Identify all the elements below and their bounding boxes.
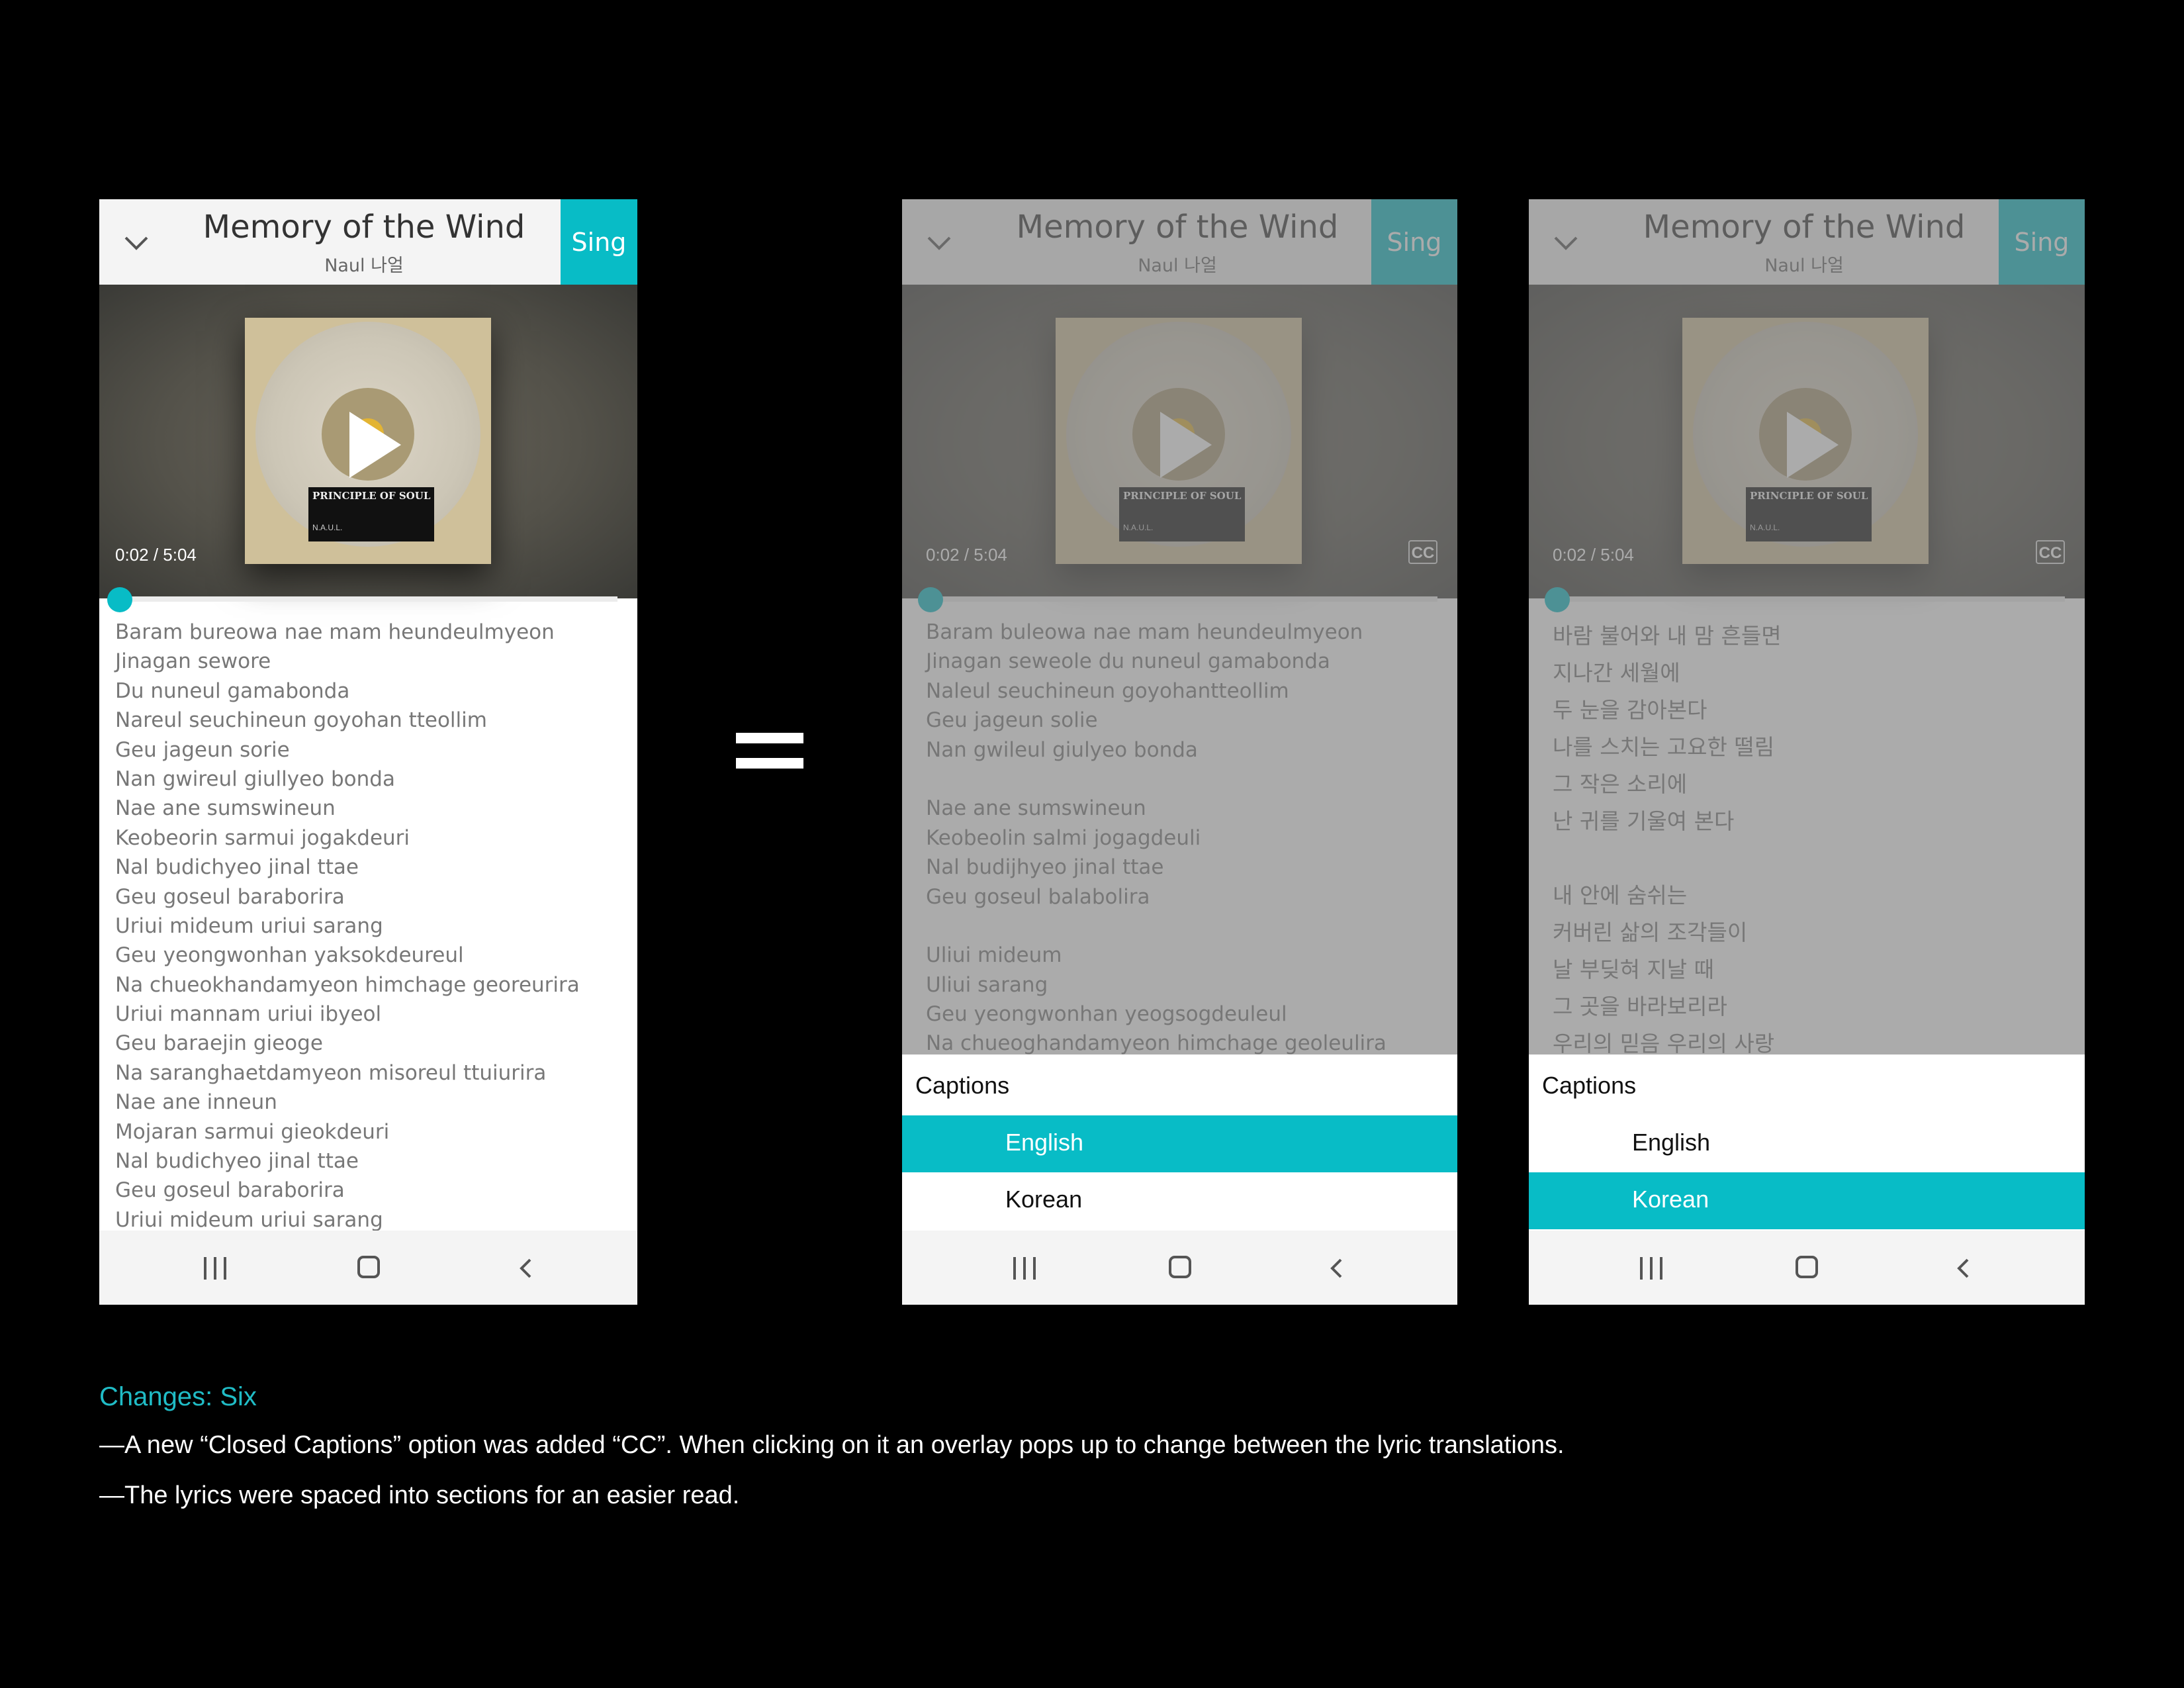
caption-option-english[interactable]: English [1529, 1115, 2085, 1172]
caption-option-korean[interactable]: Korean [902, 1172, 1457, 1229]
android-nav-bar [99, 1231, 637, 1305]
overlay-scrim[interactable] [902, 199, 1457, 1055]
lyric-line: Jinagan sewore [115, 649, 271, 674]
equals-sign-top [736, 733, 803, 743]
playback-time: 0:02 / 5:04 [115, 545, 197, 565]
lyrics-list: Baram bureowa nae mam heundeulmyeon Jinag… [115, 618, 631, 1235]
recent-apps-icon[interactable] [1640, 1257, 1664, 1280]
recent-apps-icon[interactable] [1013, 1257, 1037, 1280]
lyric-line: Baram bureowa nae mam heundeulmyeon [115, 620, 555, 644]
captions-title: Captions [915, 1072, 1010, 1099]
android-nav-bar [1529, 1231, 2085, 1305]
recent-apps-icon[interactable] [204, 1257, 228, 1280]
android-nav-bar [902, 1231, 1457, 1305]
album-sticker-text: PRINCIPLE OF SOUL [312, 490, 431, 502]
caption-option-english[interactable]: English [902, 1115, 1457, 1172]
caption-option-korean[interactable]: Korean [1529, 1172, 2085, 1229]
back-icon[interactable] [1952, 1257, 1975, 1280]
phone-screen-korean: Memory of the Wind Naul 나얼 Sing PRINCIPL… [1529, 199, 2085, 1305]
lyric-line: Du nuneul gamabonda [115, 679, 350, 703]
lyric-line: Nal budichyeo jinal ttae [115, 1149, 359, 1174]
album-sticker-small: N.A.U.L. [312, 523, 343, 532]
lyric-line: Geu yeongwonhan yaksokdeureul [115, 943, 464, 968]
captions-sheet: Captions English Korean [902, 1055, 1457, 1231]
caption-option-label: Korean [1005, 1186, 1083, 1213]
video-player[interactable]: PRINCIPLE OF SOUL N.A.U.L. 0:02 / 5:04 [99, 285, 637, 598]
change-note-2: —The lyrics were spaced into sections fo… [99, 1481, 740, 1509]
lyric-line: Uriui mannam uriui ibyeol [115, 1002, 382, 1027]
phone-screen-before: Memory of the Wind Naul 나얼 Sing PRINCIPL… [99, 199, 637, 1305]
caption-option-label: English [1005, 1129, 1084, 1156]
phone-screen-english: Memory of the Wind Naul 나얼 Sing PRINCIPL… [902, 199, 1457, 1305]
sing-button[interactable]: Sing [561, 199, 637, 285]
progress-track[interactable] [119, 596, 617, 602]
lyric-line: Nareul seuchineun goyohan tteollim [115, 708, 487, 733]
lyric-line: Nae ane inneun [115, 1090, 277, 1115]
home-icon[interactable] [357, 1256, 380, 1278]
caption-option-label: English [1632, 1129, 1711, 1156]
captions-sheet: Captions English Korean [1529, 1055, 2085, 1231]
changes-title: Changes: Six [99, 1382, 257, 1411]
equals-sign-bottom [736, 758, 803, 769]
lyric-line: Nal budichyeo jinal ttae [115, 855, 359, 880]
player-header: Memory of the Wind Naul 나얼 Sing [99, 199, 637, 285]
play-icon[interactable] [349, 412, 401, 478]
progress-handle[interactable] [107, 587, 132, 612]
back-icon[interactable] [1326, 1257, 1348, 1280]
overlay-scrim[interactable] [1529, 199, 2085, 1055]
caption-option-label: Korean [1632, 1186, 1709, 1213]
lyric-line: Nae ane sumswineun [115, 796, 336, 821]
lyric-line: Uriui mideum uriui sarang [115, 914, 383, 938]
change-note-1: —A new “Closed Captions” option was adde… [99, 1431, 1565, 1459]
captions-title: Captions [1542, 1072, 1637, 1099]
home-icon[interactable] [1796, 1256, 1818, 1278]
song-title: Memory of the Wind [203, 209, 525, 246]
lyric-line: Mojaran sarmui gieokdeuri [115, 1119, 390, 1144]
song-artist: Naul 나얼 [324, 256, 404, 276]
lyric-line: Geu goseul baraborira [115, 884, 345, 909]
lyric-line: Na saranghaetdamyeon misoreul ttuiurira [115, 1060, 547, 1085]
lyric-line: Na chueokhandamyeon himchage georeurira [115, 972, 580, 997]
home-icon[interactable] [1169, 1256, 1191, 1278]
chevron-down-icon[interactable] [122, 228, 151, 258]
lyric-line: Keobeorin sarmui jogakdeuri [115, 825, 410, 850]
lyric-line: Nan gwireul giullyeo bonda [115, 767, 395, 791]
lyric-line: Geu baraejin gieoge [115, 1031, 323, 1056]
lyric-line: Geu goseul baraborira [115, 1178, 345, 1203]
album-sticker: PRINCIPLE OF SOUL N.A.U.L. [308, 487, 434, 541]
lyric-line: Geu jageun sorie [115, 737, 290, 762]
back-icon[interactable] [515, 1257, 537, 1280]
